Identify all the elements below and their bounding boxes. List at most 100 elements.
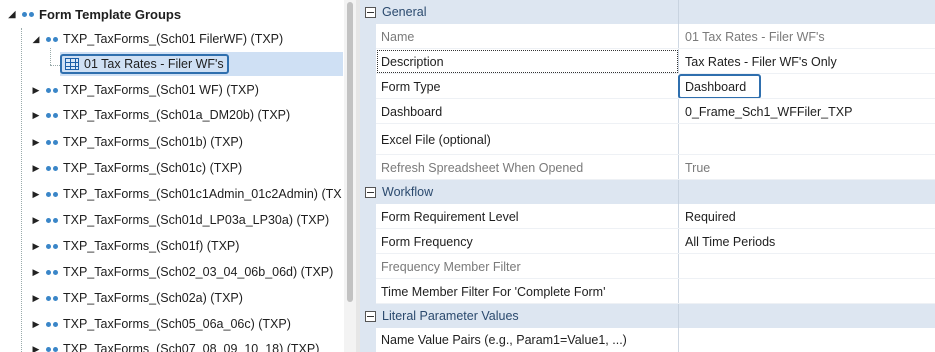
property-name: Description xyxy=(381,54,444,69)
minus-box-icon[interactable] xyxy=(365,186,376,198)
property-name: Name xyxy=(381,29,415,44)
dots-icon xyxy=(46,165,58,171)
collapse-icon[interactable]: ◢ xyxy=(6,9,18,20)
dots-icon xyxy=(46,112,58,118)
category-literal-parameter-values[interactable]: Literal Parameter Values xyxy=(360,304,935,328)
category-general[interactable]: General xyxy=(360,0,935,24)
property-row-form-requirement-level[interactable]: Form Requirement Level Required xyxy=(360,204,935,229)
tree-item-label: TXP_TaxForms_(Sch01 FilerWF) (TXP) xyxy=(63,32,284,46)
column-divider xyxy=(678,24,679,49)
tree-item-label: TXP_TaxForms_(Sch07_08_09_10_18) (TXP) xyxy=(63,342,320,352)
column-divider xyxy=(678,49,679,74)
property-row-name-value-pairs[interactable]: Name Value Pairs (e.g., Param1=Value1, .… xyxy=(360,328,935,352)
property-row-description[interactable]: Description Tax Rates - Filer WF's Only xyxy=(360,49,935,74)
row-gutter xyxy=(360,99,376,124)
expand-icon[interactable]: ▶ xyxy=(30,163,42,174)
property-row-form-type[interactable]: Form Type Dashboard xyxy=(360,74,935,99)
row-gutter xyxy=(360,254,376,279)
column-divider xyxy=(678,328,679,352)
tree-item[interactable]: ▶ TXP_TaxForms_(Sch01a_DM20b) (TXP) xyxy=(30,103,291,127)
property-name: Form Requirement Level xyxy=(381,209,519,224)
tree-item[interactable]: ▶ TXP_TaxForms_(Sch02_03_04_06b_06d) (TX… xyxy=(30,260,334,284)
property-name: Dashboard xyxy=(381,104,443,119)
row-gutter xyxy=(360,124,376,155)
dots-icon xyxy=(46,217,58,223)
column-divider xyxy=(678,124,679,155)
minus-box-icon[interactable] xyxy=(365,6,376,18)
tree-root[interactable]: ◢ Form Template Groups xyxy=(6,3,182,25)
tree-item-label: TXP_TaxForms_(Sch01 WF) (TXP) xyxy=(63,83,259,97)
row-gutter xyxy=(360,204,376,229)
tree-item-label: TXP_TaxForms_(Sch01b) (TXP) xyxy=(63,135,243,149)
property-row-refresh-spreadsheet[interactable]: Refresh Spreadsheet When Opened True xyxy=(360,155,935,180)
column-divider xyxy=(678,180,679,204)
dots-icon xyxy=(46,321,58,327)
scrollbar-thumb[interactable] xyxy=(347,2,353,302)
category-title: Workflow xyxy=(382,185,434,199)
category-title: Literal Parameter Values xyxy=(382,309,519,323)
column-divider xyxy=(678,279,679,304)
expand-icon[interactable]: ▶ xyxy=(30,241,42,252)
row-gutter xyxy=(360,229,376,254)
tree-item[interactable]: ▶ TXP_TaxForms_(Sch07_08_09_10_18) (TXP) xyxy=(30,337,320,352)
row-gutter xyxy=(360,155,376,180)
property-name: Frequency Member Filter xyxy=(381,259,521,274)
tree-item[interactable]: ▶ TXP_TaxForms_(Sch02a) (TXP) xyxy=(30,286,243,310)
column-divider xyxy=(678,99,679,124)
property-value[interactable]: Tax Rates - Filer WF's Only xyxy=(685,49,837,74)
tree-item[interactable]: ▶ TXP_TaxForms_(Sch05_06a_06c) (TXP) xyxy=(30,312,291,336)
property-value: 01 Tax Rates - Filer WF's xyxy=(685,29,825,44)
expand-icon[interactable]: ▶ xyxy=(30,267,42,278)
tree-item-label: TXP_TaxForms_(Sch01d_LP03a_LP30a) (TXP) xyxy=(63,213,330,227)
tree-item-label: 01 Tax Rates - Filer WF's xyxy=(84,57,224,71)
expand-icon[interactable]: ▶ xyxy=(30,293,42,304)
property-value[interactable]: 0_Frame_Sch1_WFFiler_TXP xyxy=(685,99,852,124)
expand-icon[interactable]: ▶ xyxy=(30,344,42,352)
tree-item[interactable]: ▶ TXP_TaxForms_(Sch01c1Admin_01c2Admin) … xyxy=(30,182,342,206)
tree-item[interactable]: ▶ TXP_TaxForms_(Sch01 WF) (TXP) xyxy=(30,78,259,102)
dots-icon xyxy=(46,36,58,42)
property-row-excel-file[interactable]: Excel File (optional) xyxy=(360,124,935,155)
tree-item-label: TXP_TaxForms_(Sch01c1Admin_01c2Admin) (T… xyxy=(63,187,342,201)
dots-icon xyxy=(46,295,58,301)
dots-icon xyxy=(46,269,58,275)
tree-item[interactable]: ▶ TXP_TaxForms_(Sch01c) (TXP) xyxy=(30,156,243,180)
expand-icon[interactable]: ▶ xyxy=(30,215,42,226)
property-name: Refresh Spreadsheet When Opened xyxy=(381,160,584,175)
property-value[interactable]: Dashboard xyxy=(685,74,746,99)
dots-icon xyxy=(46,346,58,352)
property-row-form-frequency[interactable]: Form Frequency All Time Periods xyxy=(360,229,935,254)
expand-icon[interactable]: ▶ xyxy=(30,110,42,121)
tree-item-label: TXP_TaxForms_(Sch02a) (TXP) xyxy=(63,291,243,305)
expand-icon[interactable]: ▶ xyxy=(30,85,42,96)
property-row-time-member-filter[interactable]: Time Member Filter For 'Complete Form' xyxy=(360,279,935,304)
expand-icon[interactable]: ▶ xyxy=(30,189,42,200)
row-gutter xyxy=(360,279,376,304)
tree-item[interactable]: ▶ TXP_TaxForms_(Sch01b) (TXP) xyxy=(30,130,243,154)
property-name: Excel File (optional) xyxy=(381,132,491,147)
minus-box-icon[interactable] xyxy=(365,310,376,322)
form-template-tree: ◢ Form Template Groups ◢ TXP_TaxForms_(S… xyxy=(0,0,344,352)
category-workflow[interactable]: Workflow xyxy=(360,180,935,204)
selected-item-box: 01 Tax Rates - Filer WF's xyxy=(60,54,229,74)
tree-item[interactable]: ◢ TXP_TaxForms_(Sch01 FilerWF) (TXP) xyxy=(30,27,284,51)
property-name: Form Frequency xyxy=(381,234,473,249)
property-row-frequency-member-filter[interactable]: Frequency Member Filter xyxy=(360,254,935,279)
expand-icon[interactable]: ▶ xyxy=(30,319,42,330)
tree-scrollbar[interactable] xyxy=(344,0,356,352)
collapse-icon[interactable]: ◢ xyxy=(30,34,42,45)
property-row-name[interactable]: Name 01 Tax Rates - Filer WF's xyxy=(360,24,935,49)
expand-icon[interactable]: ▶ xyxy=(30,137,42,148)
property-row-dashboard[interactable]: Dashboard 0_Frame_Sch1_WFFiler_TXP xyxy=(360,99,935,124)
column-divider xyxy=(678,254,679,279)
tree-connector xyxy=(21,28,22,352)
property-value[interactable]: All Time Periods xyxy=(685,229,775,254)
tree-item[interactable]: ▶ TXP_TaxForms_(Sch01f) (TXP) xyxy=(30,234,240,258)
row-gutter xyxy=(360,74,376,99)
dots-icon xyxy=(22,11,34,17)
tree-item-selected[interactable]: 01 Tax Rates - Filer WF's xyxy=(60,52,343,76)
column-divider xyxy=(678,0,679,24)
tree-item[interactable]: ▶ TXP_TaxForms_(Sch01d_LP03a_LP30a) (TXP… xyxy=(30,208,330,232)
property-value[interactable]: Required xyxy=(685,204,736,229)
dots-icon xyxy=(46,243,58,249)
